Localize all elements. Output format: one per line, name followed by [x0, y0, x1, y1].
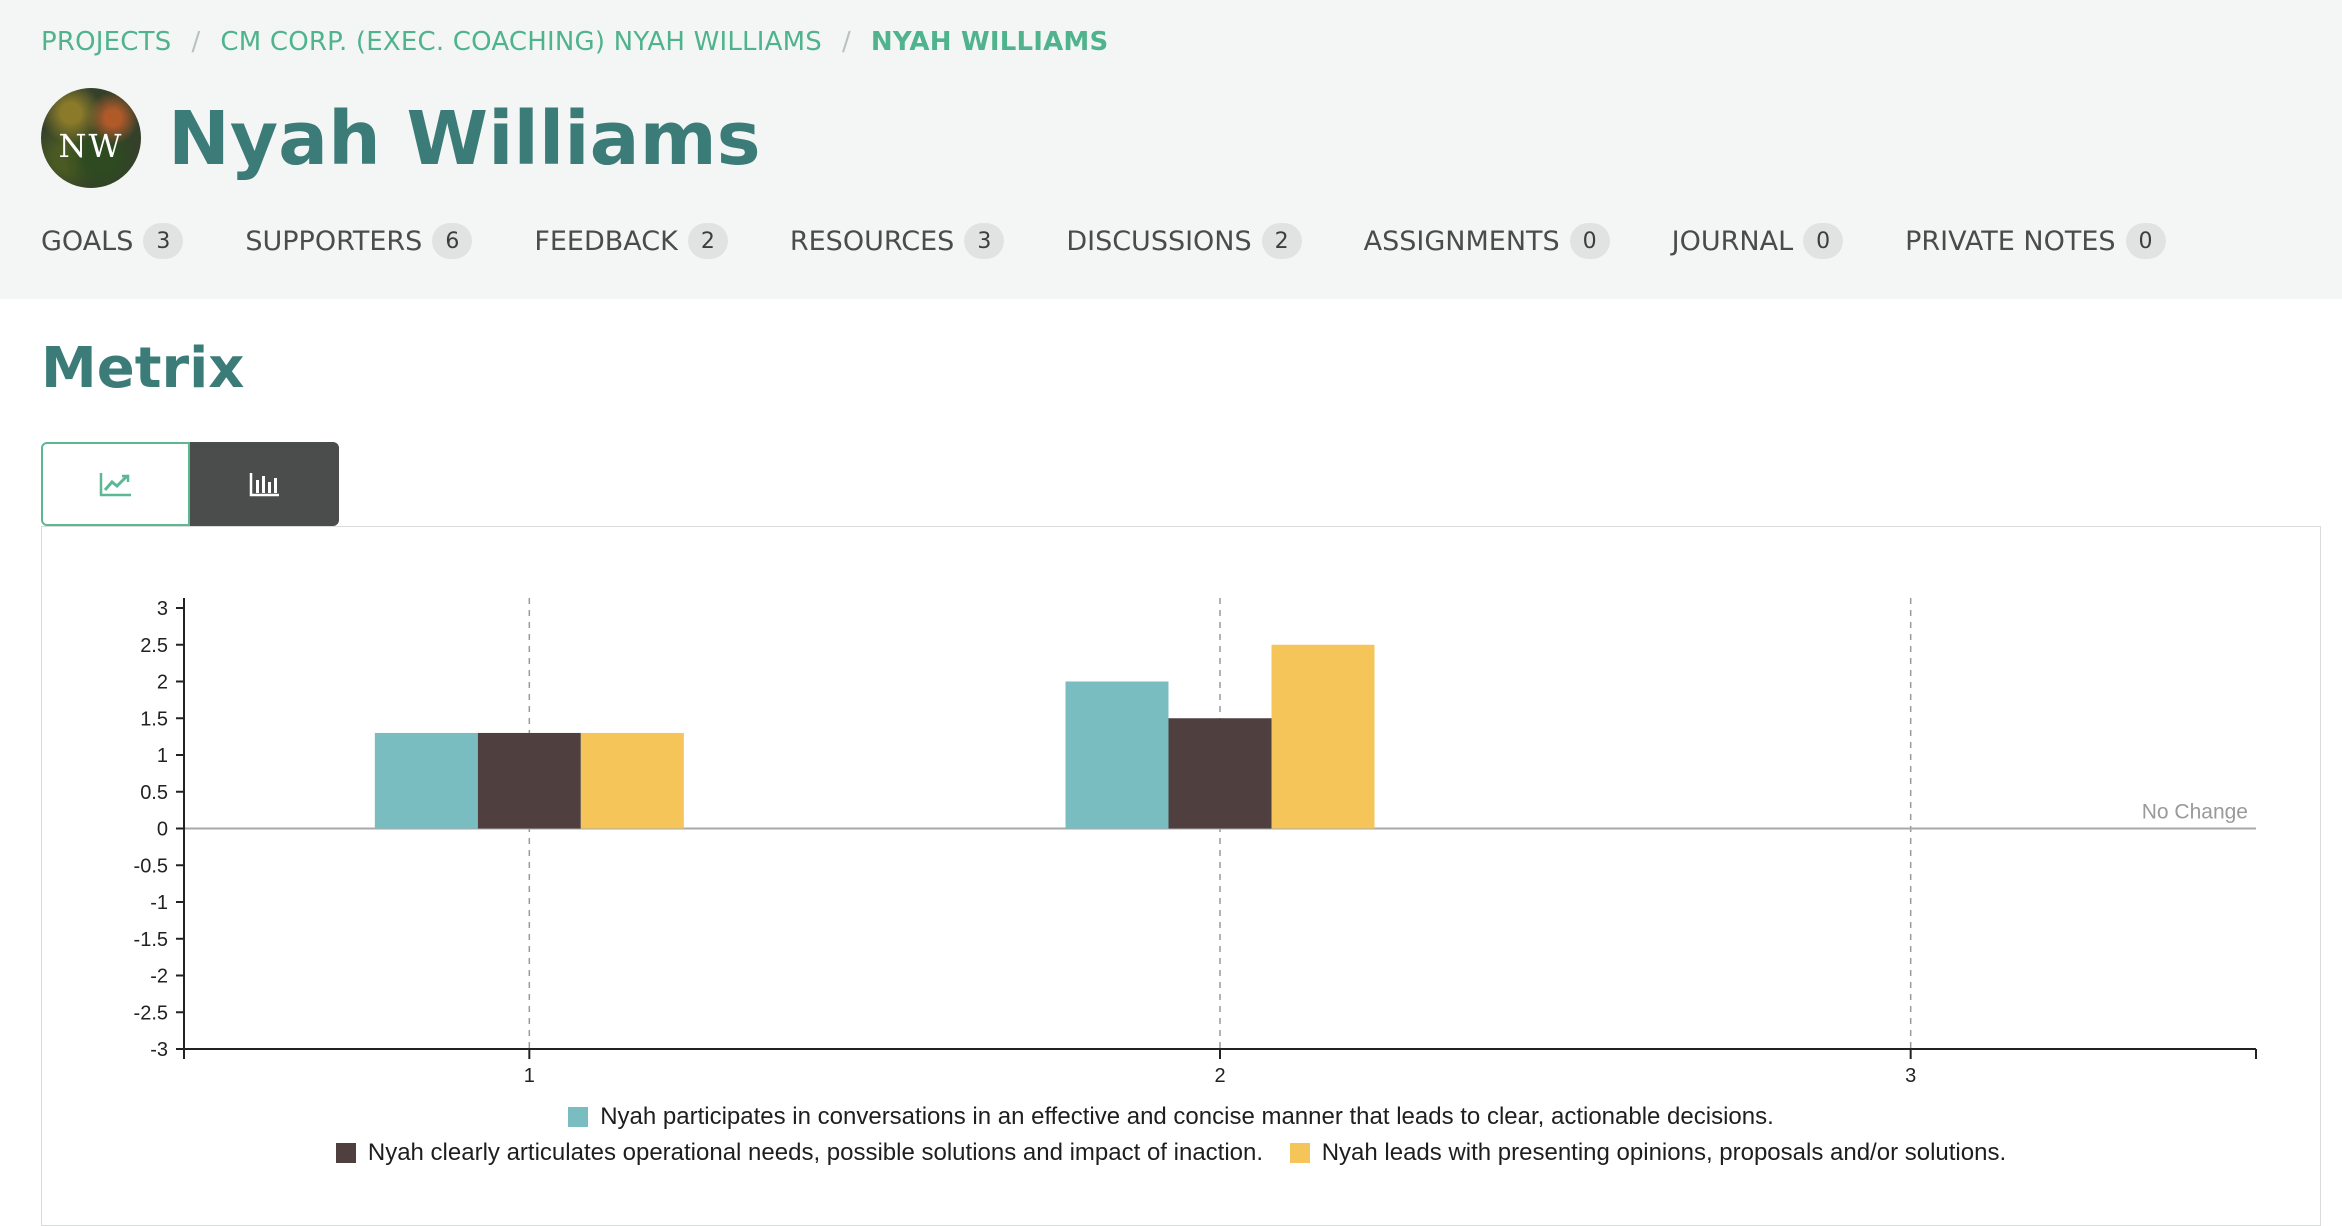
x-tick-label: 1 [524, 1065, 535, 1087]
chart-legend-row-1: Nyah participates in conversations in an… [0, 1103, 2342, 1134]
y-tick-label: 2 [157, 672, 168, 694]
y-tick-label: -2 [150, 966, 168, 988]
legend-label: Nyah leads with presenting opinions, pro… [1321, 1139, 2007, 1166]
y-tick-label: 0 [157, 819, 168, 841]
y-tick-label: 1.5 [140, 708, 168, 730]
bar [1168, 718, 1272, 829]
legend-swatch [335, 1143, 356, 1163]
y-tick-label: 1 [157, 745, 168, 767]
y-tick-label: -3 [150, 1039, 168, 1061]
bar [1271, 644, 1375, 829]
legend-item: Nyah participates in conversations in an… [568, 1103, 1774, 1131]
legend-item: Nyah clearly articulates operational nee… [335, 1139, 1264, 1167]
bar [374, 732, 478, 829]
legend-label: Nyah clearly articulates operational nee… [367, 1139, 1264, 1166]
bar [477, 732, 581, 829]
bar [1065, 681, 1169, 829]
no-change-label: No Change [2142, 801, 2248, 824]
legend-label: Nyah participates in conversations in an… [600, 1103, 1774, 1130]
y-tick-label: -1.5 [134, 929, 168, 951]
y-tick-label: 2.5 [140, 635, 168, 657]
x-tick-label: 2 [1214, 1065, 1225, 1087]
bar [580, 732, 684, 829]
y-tick-label: 3 [157, 598, 168, 620]
y-tick-label: -2.5 [134, 1002, 168, 1024]
x-tick-label: 3 [1905, 1065, 1916, 1087]
legend-swatch [568, 1107, 589, 1127]
y-tick-label: -0.5 [134, 855, 168, 877]
y-tick-label: 0.5 [140, 782, 168, 804]
legend-swatch [1289, 1143, 1310, 1163]
y-tick-label: -1 [150, 892, 168, 914]
legend-item: Nyah leads with presenting opinions, pro… [1289, 1139, 2007, 1167]
metrix-bar-chart: No Change 3 2.5 2 1.5 1 0.5 0 -0.5 -1 -1.5 -2 -2.5 -3… [134, 598, 2257, 1087]
chart-legend-row-2: Nyah clearly articulates operational nee… [0, 1139, 2342, 1170]
